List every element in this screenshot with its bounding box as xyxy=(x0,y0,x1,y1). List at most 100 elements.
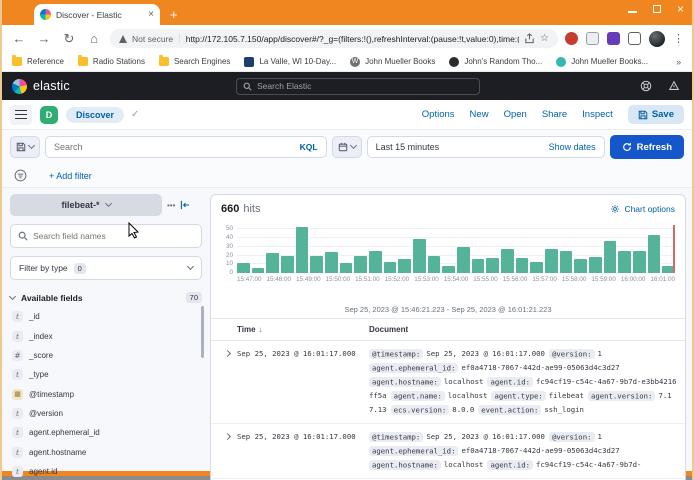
histogram-bar[interactable] xyxy=(633,251,646,273)
histogram-bar[interactable] xyxy=(281,256,294,273)
date-quick-menu-button[interactable] xyxy=(332,136,362,158)
histogram-bar[interactable] xyxy=(457,247,470,273)
field-item[interactable]: t_index xyxy=(10,326,202,345)
field-item[interactable]: t_type xyxy=(10,365,202,384)
chrome-menu-icon[interactable]: ⋮ xyxy=(673,32,684,45)
histogram-bar[interactable] xyxy=(604,241,617,273)
chart-options-button[interactable]: Chart options xyxy=(610,204,675,214)
histogram-bar[interactable] xyxy=(589,257,602,273)
sidebar-scrollbar[interactable] xyxy=(201,306,204,358)
maximize-button[interactable] xyxy=(653,5,661,13)
histogram-bars[interactable] xyxy=(237,225,675,273)
histogram-plot[interactable]: 01020304050 xyxy=(237,225,675,273)
histogram-bar[interactable] xyxy=(237,263,250,273)
time-range-picker[interactable]: Last 15 minutes Show dates xyxy=(367,136,605,158)
field-options-icon[interactable]: ••• xyxy=(167,201,175,210)
histogram-bar[interactable] xyxy=(530,262,543,273)
refresh-button[interactable]: Refresh xyxy=(610,135,684,159)
address-bar[interactable]: Not secure | http://172.105.7.150/app/di… xyxy=(110,29,558,48)
space-avatar[interactable]: D xyxy=(40,106,58,124)
histogram-bar[interactable] xyxy=(618,251,631,273)
histogram-bar[interactable] xyxy=(252,268,265,273)
show-dates-link[interactable]: Show dates xyxy=(549,142,596,152)
histogram-bar[interactable] xyxy=(486,258,499,273)
field-item[interactable]: t@version xyxy=(10,404,202,423)
saved-query-menu-button[interactable] xyxy=(10,136,40,158)
forward-icon[interactable]: → xyxy=(35,31,53,46)
options-button[interactable]: Options xyxy=(422,109,455,120)
bookmark-item[interactable]: La Valle, WI 10-Day... xyxy=(244,57,336,67)
histogram-bar[interactable] xyxy=(501,249,514,273)
home-icon[interactable]: ⌂ xyxy=(85,31,103,46)
histogram-bar[interactable] xyxy=(516,258,529,273)
new-tab-button[interactable]: + xyxy=(170,7,178,22)
time-range-value[interactable]: Last 15 minutes xyxy=(376,142,543,152)
share-icon[interactable] xyxy=(524,33,535,44)
inspect-button[interactable]: Inspect xyxy=(582,109,613,120)
global-search-input[interactable]: Search Elastic xyxy=(236,78,480,95)
back-icon[interactable]: ← xyxy=(10,31,28,46)
bookmark-item[interactable]: Radio Stations xyxy=(78,57,145,66)
new-button[interactable]: New xyxy=(470,109,489,120)
field-item[interactable]: tagent.hostname xyxy=(10,443,202,462)
browser-tab[interactable]: Discover - Elastic × xyxy=(34,4,160,25)
profile-avatar[interactable] xyxy=(649,31,665,47)
field-item[interactable]: t_id xyxy=(10,307,202,326)
histogram-bar[interactable] xyxy=(574,259,587,273)
minimize-button[interactable] xyxy=(628,11,637,13)
extension-puzzle-icon[interactable] xyxy=(607,32,620,45)
histogram-bar[interactable] xyxy=(413,239,426,273)
save-button[interactable]: Save xyxy=(628,105,684,124)
histogram-bar[interactable] xyxy=(648,235,661,273)
bookmarks-overflow-chevron[interactable]: » xyxy=(676,57,681,67)
expand-row-button[interactable] xyxy=(217,430,237,472)
histogram-bar[interactable] xyxy=(340,263,353,273)
time-column-header[interactable]: Time ↓ xyxy=(237,325,369,334)
bookmark-item[interactable]: Search Engines xyxy=(159,57,230,66)
tab-groups-icon[interactable] xyxy=(628,32,641,45)
histogram-bar[interactable] xyxy=(354,256,367,273)
bookmark-star-icon[interactable]: ☆ xyxy=(540,33,549,44)
tab-close-icon[interactable]: × xyxy=(148,9,154,20)
expand-row-button[interactable] xyxy=(217,347,237,417)
extension-screenshot-icon[interactable] xyxy=(586,32,599,45)
help-icon[interactable] xyxy=(640,80,652,92)
histogram-bar[interactable] xyxy=(560,251,573,273)
extension-blocker-icon[interactable] xyxy=(565,32,578,45)
bookmark-item[interactable]: Reference xyxy=(12,57,64,66)
histogram-bar[interactable] xyxy=(472,259,485,273)
index-pattern-select[interactable]: filebeat-* xyxy=(10,194,162,216)
filter-list-icon[interactable] xyxy=(14,169,27,182)
alerts-icon[interactable] xyxy=(668,80,680,92)
histogram-bar[interactable] xyxy=(442,266,455,273)
histogram-bar[interactable] xyxy=(398,259,411,273)
histogram-bar[interactable] xyxy=(266,253,279,273)
share-button[interactable]: Share xyxy=(542,109,567,120)
bookmark-item[interactable]: John Mueller Books... xyxy=(556,57,648,67)
histogram-bar[interactable] xyxy=(310,256,323,273)
bookmark-item[interactable]: John's Random Tho... xyxy=(449,57,542,67)
field-item[interactable]: #_score xyxy=(10,346,202,365)
search-input[interactable] xyxy=(54,142,300,152)
breadcrumb[interactable]: Discover xyxy=(66,107,124,123)
elastic-logo-icon[interactable] xyxy=(12,79,27,94)
field-search-box[interactable] xyxy=(10,224,202,248)
histogram-bar[interactable] xyxy=(428,256,441,273)
add-filter-button[interactable]: + Add filter xyxy=(49,171,92,181)
bookmark-item[interactable]: WJohn Mueller Books xyxy=(350,57,435,67)
histogram-bar[interactable] xyxy=(384,262,397,273)
menu-hamburger-icon[interactable] xyxy=(10,105,32,125)
filter-by-type-select[interactable]: Filter by type 0 xyxy=(10,256,202,280)
histogram-bar[interactable] xyxy=(545,249,558,273)
available-fields-header[interactable]: Available fields 70 xyxy=(10,292,202,303)
field-item[interactable]: tagent.id xyxy=(10,462,202,480)
histogram-bar[interactable] xyxy=(325,252,338,273)
histogram-bar[interactable] xyxy=(296,227,309,273)
query-search-box[interactable]: KQL xyxy=(45,136,327,158)
close-button[interactable]: × xyxy=(677,4,684,14)
kql-badge[interactable]: KQL xyxy=(300,142,318,152)
histogram-chart[interactable]: 01020304050 15:47:0015:48:0015:49:0015:5… xyxy=(211,223,685,301)
histogram-bar[interactable] xyxy=(369,251,382,273)
field-item[interactable]: ▦@timestamp xyxy=(10,385,202,404)
collapse-sidebar-icon[interactable] xyxy=(180,200,191,210)
